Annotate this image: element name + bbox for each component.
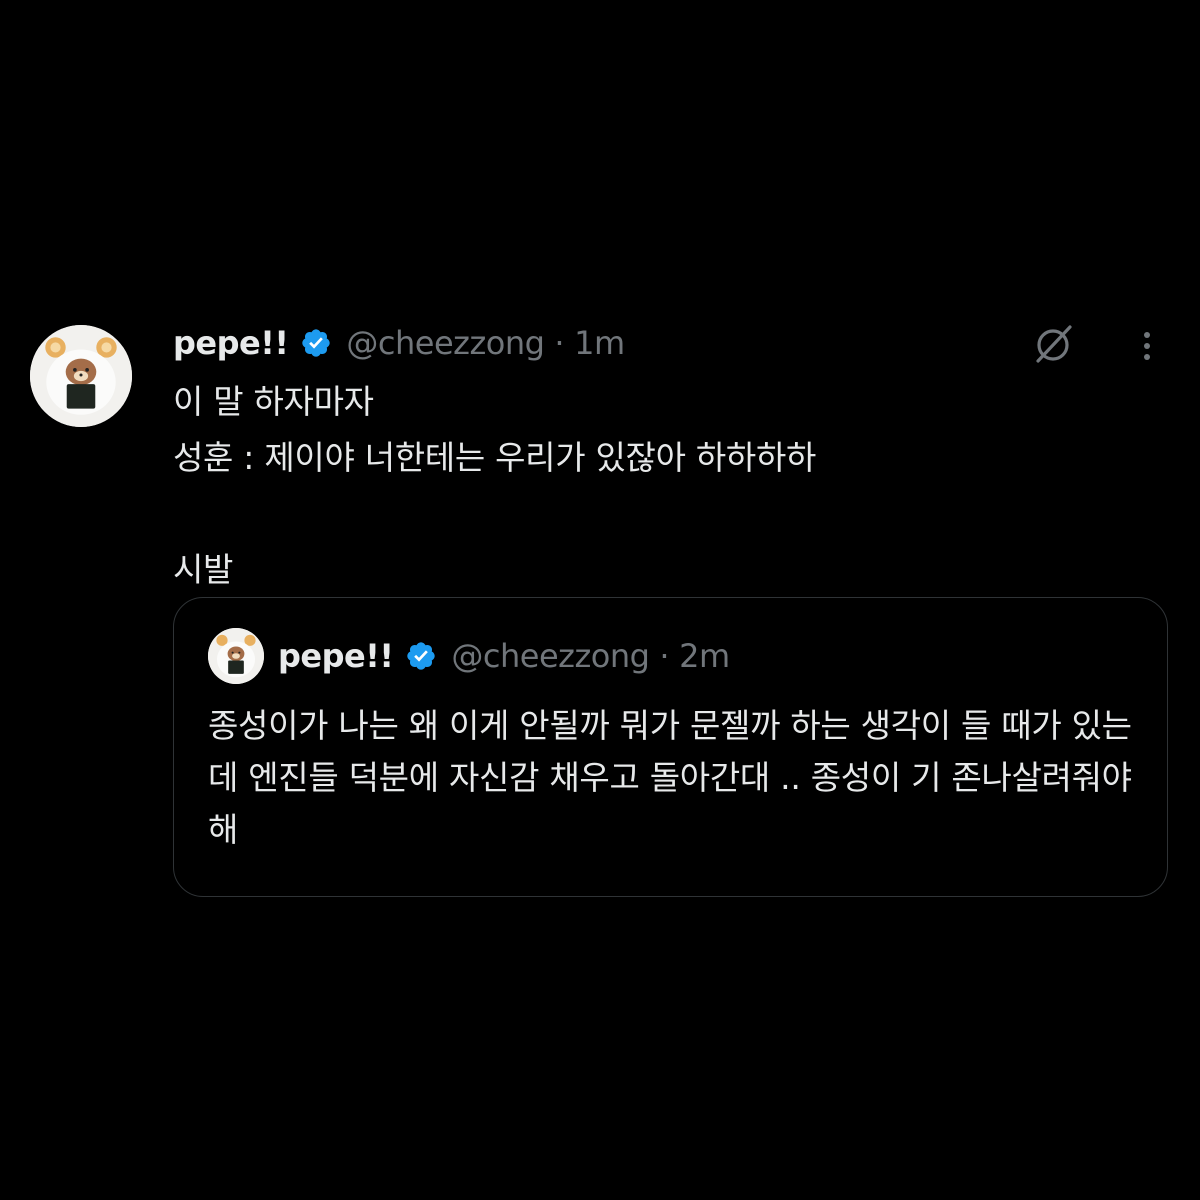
quoted-tweet-header: pepe!! @cheezzong · 2m	[208, 628, 730, 684]
more-options-icon[interactable]	[1130, 326, 1164, 366]
tweet-header: pepe!! @cheezzong · 1m	[173, 322, 625, 364]
quoted-handle: @cheezzong	[451, 637, 650, 675]
tweet-text: 이 말 하자마자 성훈 : 제이야 너한테는 우리가 있잖아 하하하하 시발	[173, 382, 817, 589]
quoted-tweet-text: 종성이가 나는 왜 이게 안될까 뭐가 문젤까 하는 생각이 들 때가 있는데 …	[208, 706, 1132, 849]
handle[interactable]: @cheezzong	[346, 324, 545, 362]
quoted-separator-dot: ·	[659, 637, 670, 675]
quoted-avatar	[208, 628, 264, 684]
quoted-display-name: pepe!!	[278, 637, 394, 675]
tweet[interactable]: pepe!! @cheezzong · 1m 이 말 하자마자 성훈 : 제이야…	[30, 322, 1175, 897]
verified-badge-icon	[407, 642, 436, 670]
quoted-timestamp: 2m	[679, 637, 730, 675]
verified-badge-icon	[302, 329, 331, 357]
separator-dot: ·	[554, 324, 565, 362]
avatar[interactable]	[30, 325, 132, 427]
timestamp[interactable]: 1m	[574, 324, 625, 362]
quoted-tweet[interactable]: pepe!! @cheezzong · 2m 종성이가 나는 왜 이게 안될까 …	[173, 597, 1168, 897]
display-name[interactable]: pepe!!	[173, 324, 289, 362]
rilakkuma-onigiri-avatar-icon	[208, 628, 264, 684]
rilakkuma-onigiri-avatar-icon	[30, 325, 132, 427]
grok-icon[interactable]	[1030, 322, 1076, 368]
